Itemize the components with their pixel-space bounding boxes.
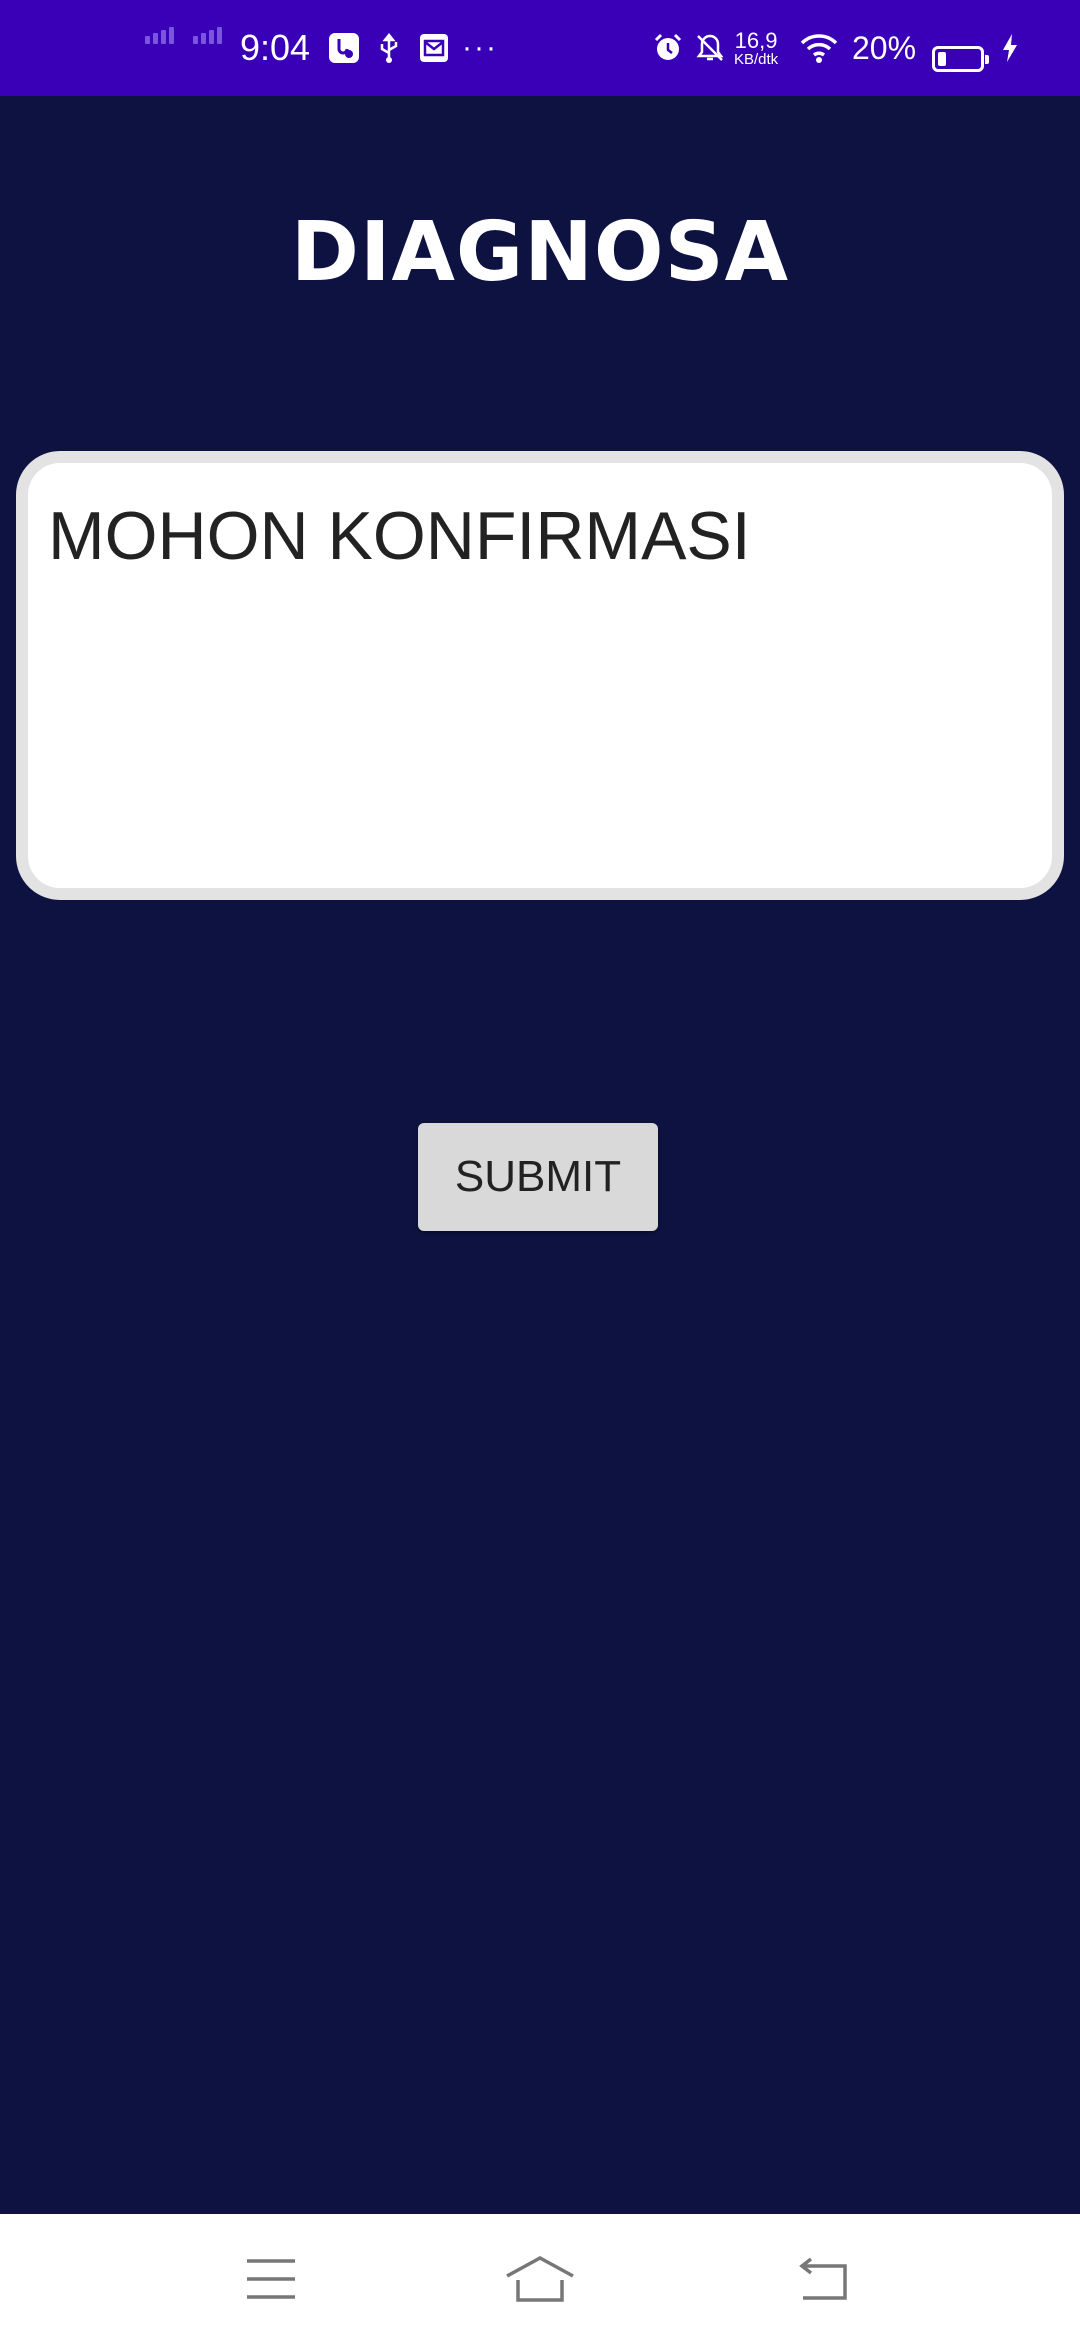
network-speed-value: 16,9 xyxy=(734,27,778,53)
notifications-off-icon xyxy=(694,0,726,96)
network-speed-unit: KB/dtk xyxy=(734,50,779,68)
page-title: DIAGNOSA xyxy=(290,205,790,300)
battery-icon xyxy=(932,46,989,72)
alarm-icon xyxy=(652,0,684,96)
navigation-bar xyxy=(0,2214,1080,2340)
usb-icon xyxy=(373,0,405,96)
battery-percent: 20% xyxy=(852,29,917,66)
mail-icon xyxy=(418,0,450,96)
home-icon xyxy=(506,2256,574,2302)
more-notifications: ··· xyxy=(462,31,498,64)
usb-debug-icon xyxy=(328,0,360,96)
network-speed: 16,9 KB/dtk xyxy=(734,0,778,96)
back-button[interactable] xyxy=(783,2244,863,2314)
menu-button[interactable] xyxy=(231,2244,311,2314)
diagnosis-text-field[interactable]: MOHON KONFIRMASI xyxy=(16,451,1064,900)
status-bar: 9:04 ··· 16,9 KB/dtk 20% xyxy=(0,0,1080,96)
home-button[interactable] xyxy=(500,2244,580,2314)
status-time: 9:04 xyxy=(240,27,311,68)
wifi-icon xyxy=(800,0,838,96)
back-icon xyxy=(799,2257,847,2300)
menu-icon xyxy=(247,2259,295,2299)
submit-button[interactable]: SUBMIT xyxy=(418,1123,658,1231)
charging-icon xyxy=(1000,0,1020,96)
